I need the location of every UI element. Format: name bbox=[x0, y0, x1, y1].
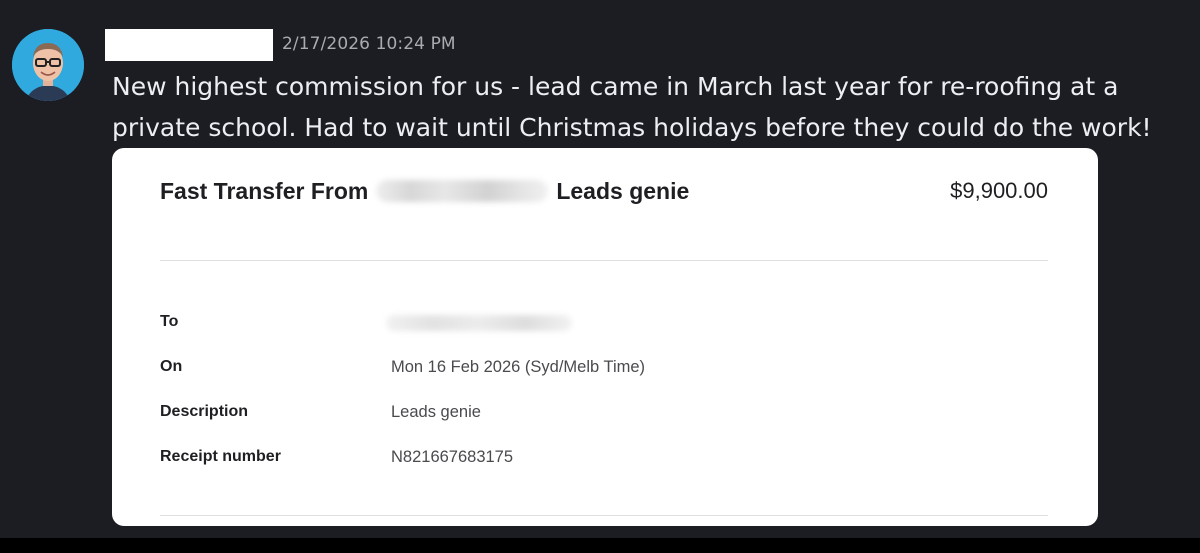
receipt-divider-top bbox=[160, 260, 1048, 261]
chat-message: 2/17/2026 10:24 PM New highest commissio… bbox=[0, 0, 1200, 538]
redacted-recipient bbox=[386, 315, 572, 331]
receipt-divider-bottom bbox=[160, 515, 1048, 516]
detail-label-description: Description bbox=[160, 403, 249, 420]
detail-label-on: On bbox=[160, 358, 183, 375]
avatar-photo-icon bbox=[12, 29, 84, 101]
message-timestamp[interactable]: 2/17/2026 10:24 PM bbox=[282, 34, 456, 54]
receipt-title: Fast Transfer From Leads genie bbox=[160, 176, 689, 206]
detail-value-receipt-number: N821667683175 bbox=[391, 448, 514, 466]
redacted-username[interactable] bbox=[105, 29, 273, 61]
detail-row-receipt-number: Receipt number N821667683175 bbox=[160, 448, 1048, 472]
bottom-bar bbox=[0, 538, 1200, 553]
receipt-image[interactable]: Fast Transfer From Leads genie $9,900.00… bbox=[112, 148, 1098, 526]
receipt-title-prefix: Fast Transfer From bbox=[160, 177, 369, 204]
detail-value-description: Leads genie bbox=[391, 403, 481, 421]
message-text: New highest commission for us - lead cam… bbox=[112, 72, 1152, 142]
detail-row-description: Description Leads genie bbox=[160, 403, 1048, 427]
detail-label-to: To bbox=[160, 313, 179, 330]
avatar[interactable] bbox=[12, 29, 84, 101]
detail-row-to: To bbox=[160, 313, 1048, 337]
detail-row-on: On Mon 16 Feb 2026 (Syd/Melb Time) bbox=[160, 358, 1048, 382]
receipt-title-suffix: Leads genie bbox=[556, 177, 690, 204]
detail-label-receipt-number: Receipt number bbox=[160, 448, 281, 465]
redacted-sender-name bbox=[376, 180, 549, 202]
receipt-amount: $9,900.00 bbox=[950, 178, 1048, 203]
detail-value-on: Mon 16 Feb 2026 (Syd/Melb Time) bbox=[391, 358, 646, 376]
